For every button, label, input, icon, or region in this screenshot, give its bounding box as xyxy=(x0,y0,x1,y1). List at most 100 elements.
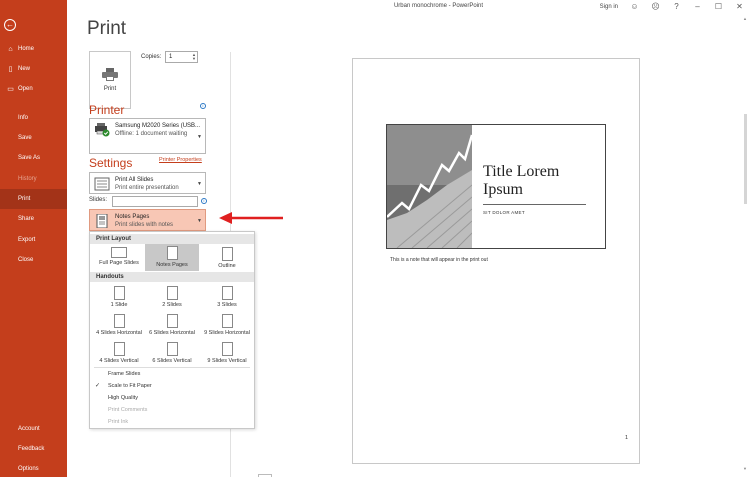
option-full-page-slides[interactable]: Full Page Slides xyxy=(92,245,146,271)
full-page-slide-icon xyxy=(111,247,127,258)
title-bar: Urban monochrome - PowerPoint Sign in ☺ … xyxy=(67,0,750,14)
sidebar-item-label: Save xyxy=(18,135,32,141)
handout-4v-icon xyxy=(113,342,125,356)
handout-6h-icon xyxy=(166,314,178,328)
sidebar-item-save-as[interactable]: Save As xyxy=(0,148,67,168)
menu-item-label: Scale to Fit Paper xyxy=(108,383,152,389)
option-label: 9 Slides Vertical xyxy=(207,358,247,364)
print-layout-desc: Print slides with notes xyxy=(115,222,174,228)
menu-item-high-quality[interactable]: High Quality xyxy=(90,392,254,404)
sidebar-item-options[interactable]: Options xyxy=(0,459,67,477)
print-layout-dropdown[interactable]: Notes Pages Print slides with notes ▼ xyxy=(89,209,206,231)
sidebar-item-label: History xyxy=(18,176,37,182)
sidebar-item-label: Close xyxy=(18,257,34,263)
option-label: 3 Slides xyxy=(217,302,237,308)
handout-1-icon xyxy=(113,286,125,300)
back-arrow-icon[interactable]: ← xyxy=(4,19,16,31)
sidebar-item-label: Print xyxy=(18,196,31,202)
menu-item-print-ink: Print Ink xyxy=(90,416,254,428)
printer-properties-link[interactable]: Printer Properties xyxy=(159,157,202,163)
printer-dropdown[interactable]: Samsung M2020 Series (USB... Offline: 1 … xyxy=(89,118,206,154)
slides-field[interactable] xyxy=(112,196,198,207)
spin-arrows-icon[interactable]: ▲ ▼ xyxy=(192,53,196,61)
close-button[interactable]: ✕ xyxy=(735,2,744,11)
settings-header: Settings xyxy=(89,156,133,170)
help-icon[interactable]: ? xyxy=(672,2,681,11)
sidebar-item-export[interactable]: Export xyxy=(0,230,67,250)
sign-in-link[interactable]: Sign in xyxy=(600,4,618,10)
preview-scrollbar[interactable]: ▲ ▼ xyxy=(741,14,750,477)
maximize-button[interactable]: ☐ xyxy=(714,2,723,11)
option-outline[interactable]: Outline xyxy=(200,245,254,271)
printer-icon xyxy=(102,68,118,81)
sidebar-item-label: Options xyxy=(18,466,39,472)
sidebar-item-close[interactable]: Close xyxy=(0,250,67,270)
option-6-slides-horizontal[interactable]: 6 Slides Horizontal xyxy=(145,314,199,336)
sidebar-item-open[interactable]: ▭ Open xyxy=(0,79,67,99)
sidebar-item-info[interactable]: Info xyxy=(0,108,67,128)
slide-divider xyxy=(483,204,586,205)
copies-stepper[interactable]: 1 ▲ ▼ xyxy=(165,51,198,63)
menu-item-label: Print Ink xyxy=(108,419,129,425)
option-6-slides-vertical[interactable]: 6 Slides Vertical xyxy=(145,342,199,364)
option-9-slides-horizontal[interactable]: 9 Slides Horizontal xyxy=(200,314,254,336)
sidebar-item-print[interactable]: Print xyxy=(0,189,67,209)
scrollbar-thumb[interactable] xyxy=(744,114,747,204)
info-icon[interactable]: i xyxy=(201,198,207,204)
copies-value: 1 xyxy=(169,54,173,60)
sidebar-item-save[interactable]: Save xyxy=(0,128,67,148)
handouts-header: Handouts xyxy=(90,272,254,282)
option-4-slides-vertical[interactable]: 4 Slides Vertical xyxy=(92,342,146,364)
option-4-slides-horizontal[interactable]: 4 Slides Horizontal xyxy=(92,314,146,336)
sidebar-item-label: Save As xyxy=(18,155,41,161)
handout-3-icon xyxy=(221,286,233,300)
page-title: Print xyxy=(87,18,127,39)
sidebar-item-feedback[interactable]: Feedback xyxy=(0,439,67,459)
chevron-down-icon: ▼ xyxy=(197,218,202,224)
handout-2-icon xyxy=(166,286,178,300)
scroll-up-icon[interactable]: ▲ xyxy=(743,16,747,21)
option-3-slides[interactable]: 3 Slides xyxy=(200,286,254,308)
slide-title: Title Lorem Ipsum xyxy=(483,163,560,198)
notes-text: This is a note that will appear in the p… xyxy=(390,257,488,263)
option-label: 4 Slides Horizontal xyxy=(96,330,142,336)
frown-icon[interactable]: ☹ xyxy=(651,2,660,11)
sidebar-item-account[interactable]: Account xyxy=(0,419,67,439)
sidebar-item-label: Export xyxy=(18,237,36,243)
notes-pages-icon xyxy=(96,214,108,228)
option-1-slide[interactable]: 1 Slide xyxy=(92,286,146,308)
notes-page-icon xyxy=(166,246,178,260)
title-bar-controls: Sign in ☺ ☹ ? – ☐ ✕ xyxy=(600,2,744,11)
handout-9v-icon xyxy=(221,342,233,356)
menu-item-label: High Quality xyxy=(108,395,138,401)
sidebar-item-label: Info xyxy=(18,115,29,121)
sidebar-item-label: Account xyxy=(18,426,40,432)
sidebar-item-home[interactable]: ⌂ Home xyxy=(0,39,67,59)
sidebar-item-share[interactable]: Share xyxy=(0,209,67,229)
print-range-dropdown[interactable]: Print All Slides Print entire presentati… xyxy=(89,172,206,194)
menu-item-label: Frame Slides xyxy=(108,371,141,377)
sidebar-item-label: Home xyxy=(18,46,35,52)
menu-item-label: Print Comments xyxy=(108,407,148,413)
new-doc-icon: ▯ xyxy=(8,66,13,73)
print-button[interactable]: Print xyxy=(89,51,131,109)
all-slides-icon xyxy=(94,177,110,191)
option-label: 9 Slides Horizontal xyxy=(204,330,250,336)
option-9-slides-vertical[interactable]: 9 Slides Vertical xyxy=(200,342,254,364)
minimize-button[interactable]: – xyxy=(693,2,702,11)
sidebar-item-new[interactable]: ▯ New xyxy=(0,59,67,79)
option-2-slides[interactable]: 2 Slides xyxy=(145,286,199,308)
menu-item-frame-slides[interactable]: Frame Slides xyxy=(90,368,254,380)
menu-item-scale-to-fit[interactable]: ✓ Scale to Fit Paper xyxy=(90,380,254,392)
smiley-icon[interactable]: ☺ xyxy=(630,2,639,11)
option-label: 4 Slides Vertical xyxy=(99,358,139,364)
printer-name: Samsung M2020 Series (USB... xyxy=(115,123,201,129)
handout-9h-icon xyxy=(221,314,233,328)
print-button-label: Print xyxy=(103,86,117,92)
option-label: 1 Slide xyxy=(110,302,128,308)
scroll-down-icon[interactable]: ▼ xyxy=(743,466,747,471)
printer-header: Printer xyxy=(89,103,125,117)
sidebar-item-label: Share xyxy=(18,216,35,222)
info-icon[interactable]: i xyxy=(200,103,206,109)
option-notes-pages[interactable]: Notes Pages xyxy=(145,244,199,271)
